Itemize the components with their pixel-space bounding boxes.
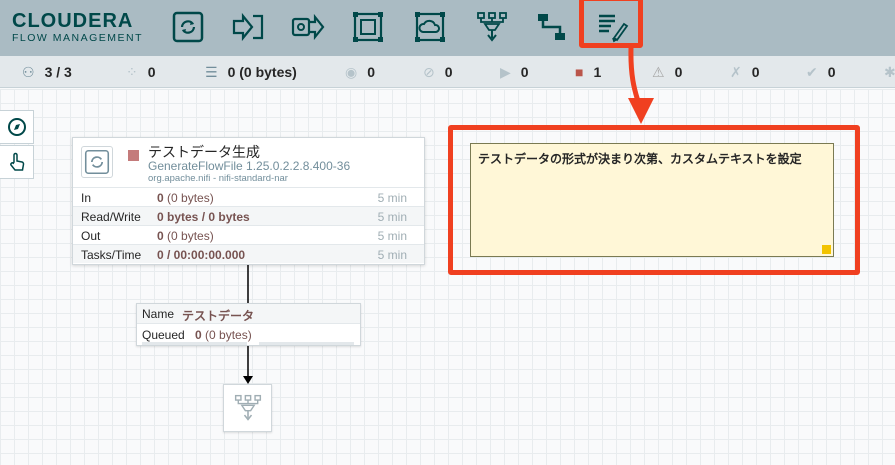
add-input-port-button[interactable] bbox=[226, 6, 270, 48]
queue-progress-bar bbox=[142, 342, 247, 345]
status-bar: ⚇ 3 / 3 ⁘ 0 ☰ 0 (0 bytes) ◉ 0 ⊘ 0 ▶ 0 ■ 1 ⚠ 0 ✗ 0… bbox=[0, 56, 895, 88]
processor-icon bbox=[172, 11, 204, 43]
stats-label: Read/Write bbox=[81, 210, 141, 224]
processor-bundle: org.apache.nifi - nifi-standard-nar bbox=[148, 173, 288, 184]
list-icon: ☰ bbox=[205, 63, 218, 80]
funnel-icon bbox=[234, 394, 261, 421]
funnel-icon bbox=[477, 12, 507, 42]
process-group-icon bbox=[353, 12, 383, 42]
stats-label: Tasks/Time bbox=[81, 248, 142, 262]
stats-value: 0 / 00:00:00.000 bbox=[157, 248, 246, 262]
stats-value: 0 (0 bytes) bbox=[157, 191, 214, 205]
add-funnel-button[interactable] bbox=[470, 6, 514, 48]
funnel-component[interactable] bbox=[223, 384, 272, 432]
template-icon bbox=[538, 14, 565, 40]
connection-label[interactable]: Name テストデータ Queued 0 (0 bytes) bbox=[136, 303, 361, 346]
stats-time: 5 min bbox=[377, 248, 407, 262]
annotation-highlight-toolbar bbox=[579, 0, 643, 48]
up-to-date-status: ✔ 0 bbox=[806, 63, 836, 81]
remote-process-group-icon bbox=[415, 12, 445, 42]
invalid-status: ⚠ 0 bbox=[652, 63, 683, 81]
stats-label: Out bbox=[81, 229, 101, 243]
brand-subtitle: FLOW MANAGEMENT bbox=[12, 32, 144, 44]
running-status: ▶ 0 bbox=[500, 63, 529, 81]
processor-stats: In 0 (0 bytes) 5 min Read/Write 0 bytes … bbox=[73, 187, 424, 263]
more-status: ✱ bbox=[884, 56, 895, 88]
transmitting-icon: ◉ bbox=[345, 63, 358, 80]
stopped-status: ■ 1 bbox=[575, 64, 602, 80]
queued-status: ☰ 0 (0 bytes) bbox=[205, 63, 297, 81]
add-template-button[interactable] bbox=[530, 6, 574, 48]
input-port-icon bbox=[232, 12, 264, 42]
connection-queued-value: 0 (0 bytes) bbox=[195, 328, 252, 342]
add-output-port-button[interactable] bbox=[286, 6, 330, 48]
stats-value: 0 bytes / 0 bytes bbox=[157, 210, 250, 224]
play-icon: ▶ bbox=[500, 63, 511, 80]
transmitting-status: ◉ 0 bbox=[345, 63, 376, 81]
navigate-tool[interactable] bbox=[0, 110, 34, 144]
processor-type-icon bbox=[81, 146, 113, 178]
stats-value: 0 (0 bytes) bbox=[157, 229, 214, 243]
output-port-icon bbox=[291, 13, 325, 41]
hand-pointer-icon bbox=[9, 152, 24, 171]
processor-type: GenerateFlowFile 1.25.0.2.2.8.400-36 bbox=[148, 159, 351, 173]
queue-progress-bar bbox=[259, 342, 354, 345]
connection-name: テストデータ bbox=[182, 309, 255, 323]
stats-row-in: In 0 (0 bytes) 5 min bbox=[73, 187, 424, 206]
check-icon: ✔ bbox=[806, 63, 818, 80]
add-processor-button[interactable] bbox=[166, 6, 210, 48]
stop-icon: ■ bbox=[575, 64, 584, 80]
stats-label: In bbox=[81, 191, 92, 205]
not-transmitting-icon: ⊘ bbox=[423, 63, 435, 80]
connection-name-row: Name テストデータ bbox=[137, 304, 360, 324]
asterisk-icon: ✱ bbox=[884, 63, 895, 80]
stats-row-out: Out 0 (0 bytes) 5 min bbox=[73, 225, 424, 244]
threads-icon: ⁘ bbox=[126, 63, 138, 80]
not-transmitting-status: ⊘ 0 bbox=[423, 63, 453, 81]
brand-logo: CLOUDERA bbox=[12, 10, 134, 32]
annotation-highlight-label bbox=[448, 125, 860, 275]
app-header: CLOUDERA FLOW MANAGEMENT bbox=[0, 0, 895, 56]
stats-time: 5 min bbox=[377, 229, 407, 243]
active-threads-status: ⁘ 0 bbox=[126, 63, 156, 81]
disabled-status: ✗ 0 bbox=[730, 63, 760, 81]
stats-time: 5 min bbox=[377, 210, 407, 224]
compass-icon bbox=[7, 118, 26, 136]
stopped-state-icon bbox=[128, 150, 139, 161]
cluster-icon: ⚇ bbox=[22, 63, 35, 80]
processor-generate-flowfile[interactable]: テストデータ生成 GenerateFlowFile 1.25.0.2.2.8.4… bbox=[72, 137, 425, 265]
add-remote-process-group-button[interactable] bbox=[408, 6, 452, 48]
add-process-group-button[interactable] bbox=[346, 6, 390, 48]
cluster-status: ⚇ 3 / 3 bbox=[22, 63, 72, 81]
operate-tool[interactable] bbox=[0, 145, 34, 179]
stats-row-read-write: Read/Write 0 bytes / 0 bytes 5 min bbox=[73, 206, 424, 225]
warning-icon: ⚠ bbox=[652, 63, 665, 80]
stats-time: 5 min bbox=[377, 191, 407, 205]
stats-row-tasks-time: Tasks/Time 0 / 00:00:00.000 5 min bbox=[73, 244, 424, 263]
disabled-icon: ✗ bbox=[730, 63, 742, 80]
